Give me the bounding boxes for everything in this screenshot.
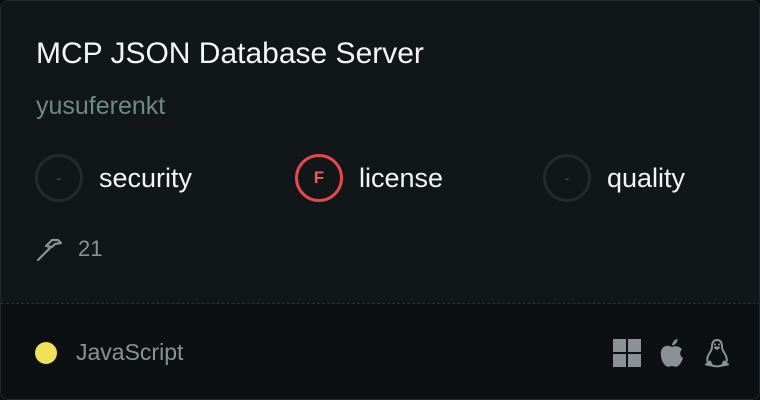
platform-list	[613, 337, 731, 369]
card-footer: JavaScript	[1, 303, 759, 399]
security-score[interactable]: - security	[35, 154, 192, 202]
quality-grade-badge: -	[543, 154, 591, 202]
tools-count-indicator: 21	[34, 233, 102, 265]
quality-label: quality	[607, 162, 686, 193]
security-label: security	[99, 162, 193, 193]
server-card[interactable]: MCP JSON Database Server yusuferenkt - s…	[0, 0, 760, 400]
language-color-dot	[35, 342, 57, 364]
license-label: license	[359, 162, 444, 193]
tools-count: 21	[78, 236, 103, 261]
hammer-icon	[36, 238, 63, 262]
license-score[interactable]: F license	[295, 154, 443, 202]
server-title[interactable]: MCP JSON Database Server	[36, 35, 424, 73]
linux-icon	[705, 339, 729, 368]
security-grade-badge: -	[35, 154, 83, 202]
quality-score[interactable]: - quality	[543, 154, 685, 202]
windows-icon	[613, 339, 641, 367]
server-owner[interactable]: yusuferenkt	[36, 90, 165, 122]
license-grade-badge: F	[295, 154, 343, 202]
language-name: JavaScript	[76, 339, 184, 365]
apple-icon	[660, 339, 683, 367]
